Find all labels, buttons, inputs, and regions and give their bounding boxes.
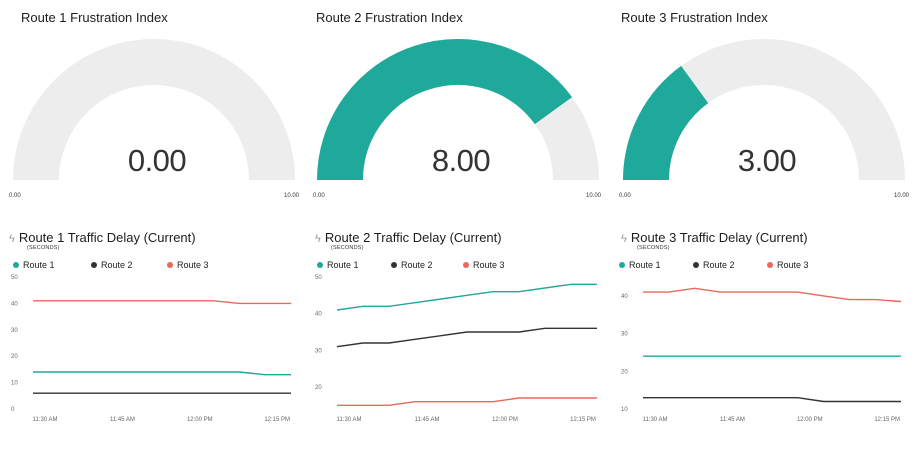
lightning-icon: ϟ (621, 233, 627, 245)
x-tick-label: 12:00 PM (492, 417, 518, 423)
chart-subtitle: (SECONDS) (27, 245, 60, 251)
chart-title-text: Route 1 Traffic Delay (Current) (18, 230, 196, 245)
y-tick-label: 20 (315, 385, 322, 391)
gauge-value: 3.00 (737, 143, 797, 178)
y-tick-label: 20 (621, 369, 628, 375)
gauge-min-label: 0.00 (9, 193, 21, 199)
gauge-max-label: 10.00 (585, 193, 601, 199)
chart-3: 10 20 30 40 11:30 AM 11:45 AM 12:00 PM 12:15 PM (621, 287, 902, 423)
gauge-max-label: 10.00 (893, 193, 909, 199)
gauge-min-label: 0.00 (619, 193, 631, 199)
chart-1: 0 10 20 30 40 50 11:30 AM 11:45 AM 12:00 PM 12:15… (11, 275, 291, 423)
chart-2: 20 30 40 50 11:30 AM 11:45 AM 12:00 PM 12:15 PM (315, 275, 597, 423)
x-tick-label: 11:45 AM (720, 417, 745, 423)
series-line-route-3 (643, 287, 902, 303)
x-tick-label: 11:30 AM (33, 417, 58, 423)
gauge-min-label: 0.00 (313, 193, 325, 199)
route-1-panel: Route 1 Frustration Index 0.00 0.00 10.0… (9, 10, 305, 430)
chart-subtitle: (SECONDS) (331, 245, 364, 251)
series-line-route-1 (336, 283, 597, 311)
gauge-title: Route 3 Frustration Index (621, 10, 768, 25)
x-tick-label: 11:45 AM (110, 417, 135, 423)
y-tick-label: 50 (11, 275, 18, 281)
series-line-route-2 (643, 396, 901, 403)
lightning-icon: ϟ (9, 233, 15, 245)
x-tick-label: 11:45 AM (415, 417, 440, 423)
gauge-value: 0.00 (127, 143, 187, 178)
x-tick-label: 12:15 PM (264, 417, 290, 423)
chart-title-text: Route 3 Traffic Delay (Current) (630, 230, 808, 245)
y-tick-label: 40 (621, 294, 628, 300)
route-3-panel: Route 3 Frustration Index 3.00 0.00 10.0… (619, 10, 915, 430)
chart-title: ϟ Route 1 Traffic Delay (Current) (9, 230, 196, 245)
x-tick-label: 12:00 PM (797, 417, 823, 423)
x-tick-label: 12:00 PM (187, 417, 213, 423)
x-tick-label: 12:15 PM (570, 417, 596, 423)
y-tick-label: 40 (11, 301, 18, 307)
y-tick-label: 10 (11, 381, 18, 387)
series-line-route-1 (33, 371, 291, 376)
x-tick-label: 11:30 AM (643, 417, 668, 423)
gauge-title: Route 2 Frustration Index (316, 10, 463, 25)
y-tick-label: 10 (621, 407, 628, 413)
x-tick-label: 11:30 AM (337, 417, 362, 423)
y-tick-label: 20 (11, 354, 18, 360)
lightning-icon: ϟ (315, 233, 321, 245)
y-tick-label: 0 (11, 407, 15, 413)
chart-title-text: Route 2 Traffic Delay (Current) (324, 230, 502, 245)
route-2-panel: Route 2 Frustration Index 8.00 0.00 10.0… (313, 10, 609, 430)
y-tick-label: 50 (315, 275, 322, 281)
series-line-route-3 (337, 397, 597, 407)
gauge-max-label: 10.00 (283, 193, 299, 199)
series-line-route-3 (33, 300, 291, 305)
y-tick-label: 30 (315, 348, 322, 354)
y-tick-label: 40 (315, 312, 322, 318)
y-tick-label: 30 (11, 328, 18, 334)
gauge-value: 8.00 (431, 143, 491, 178)
chart-subtitle: (SECONDS) (637, 245, 670, 251)
y-tick-label: 30 (621, 332, 628, 338)
gauge-title: Route 1 Frustration Index (21, 10, 168, 25)
series-line-route-2 (336, 327, 597, 348)
chart-title: ϟ Route 2 Traffic Delay (Current) (315, 230, 502, 245)
chart-title: ϟ Route 3 Traffic Delay (Current) (621, 230, 808, 245)
x-tick-label: 12:15 PM (874, 417, 900, 423)
